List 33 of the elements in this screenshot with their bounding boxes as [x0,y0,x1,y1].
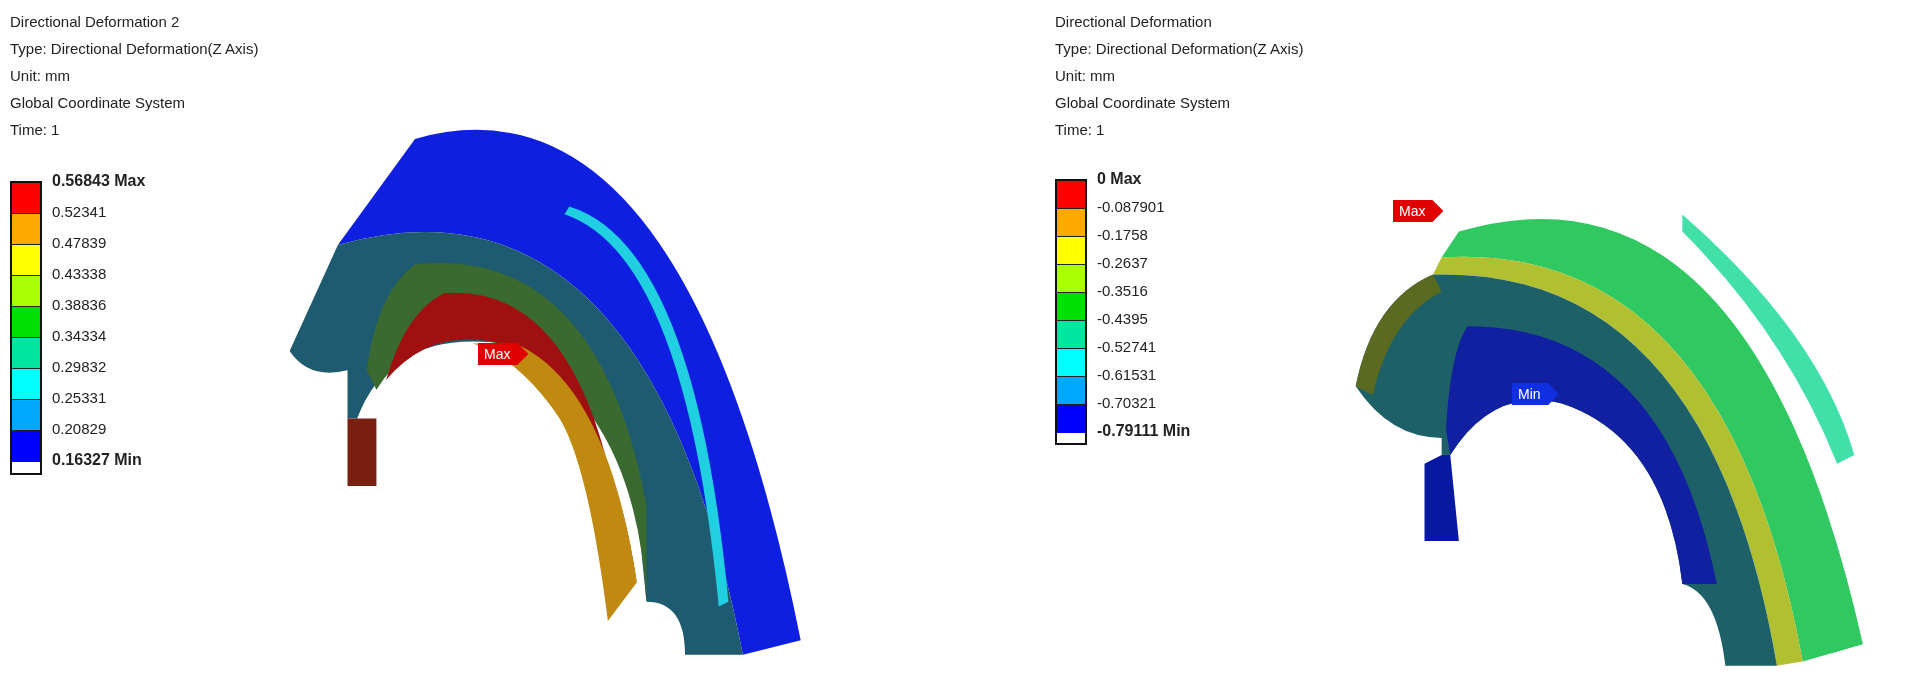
result-info-text: Directional Deformation [1055,12,1212,32]
result-info-text: Unit: mm [1055,66,1115,86]
legend-value: 0.34334 [52,326,107,346]
legend-value: 0 Max [1097,169,1142,189]
legend-value: -0.61531 [1097,365,1157,385]
legend-value: 0.16327 Min [52,450,142,470]
result-probe-tag: Max [478,343,529,365]
legend-value: -0.1758 [1097,225,1148,245]
legend-value: 0.20829 [52,419,107,439]
legend-value: -0.52741 [1097,337,1157,357]
result-probe-tag: Max [1393,200,1444,222]
result-info-text: Time: 1 [1055,120,1105,140]
result-info-text: Unit: mm [10,66,70,86]
result-info-text: Global Coordinate System [10,93,186,113]
legend-value: -0.087901 [1097,197,1165,217]
legend-value: -0.70321 [1097,393,1157,413]
result-probe-tag: Min [1512,383,1559,405]
legend-value: 0.56843 Max [52,171,146,191]
legend-value: 0.25331 [52,388,107,408]
legend-value: -0.4395 [1097,309,1148,329]
legend-value: 0.38836 [52,295,107,315]
legend-value: 0.43338 [52,264,107,284]
legend-value: 0.52341 [52,202,107,222]
legend-value: 0.47839 [52,233,107,253]
result-info-text: Global Coordinate System [1055,93,1231,113]
legend-value: -0.79111 Min [1097,421,1191,441]
legend-value: -0.2637 [1097,253,1148,273]
result-info-text: Type: Directional Deformation(Z Axis) [1055,39,1304,59]
result-info-text: Directional Deformation 2 [10,12,180,32]
legend-value: 0.29832 [52,357,107,377]
result-info-text: Time: 1 [10,120,60,140]
legend-value: -0.3516 [1097,281,1148,301]
result-info-text: Type: Directional Deformation(Z Axis) [10,39,259,59]
